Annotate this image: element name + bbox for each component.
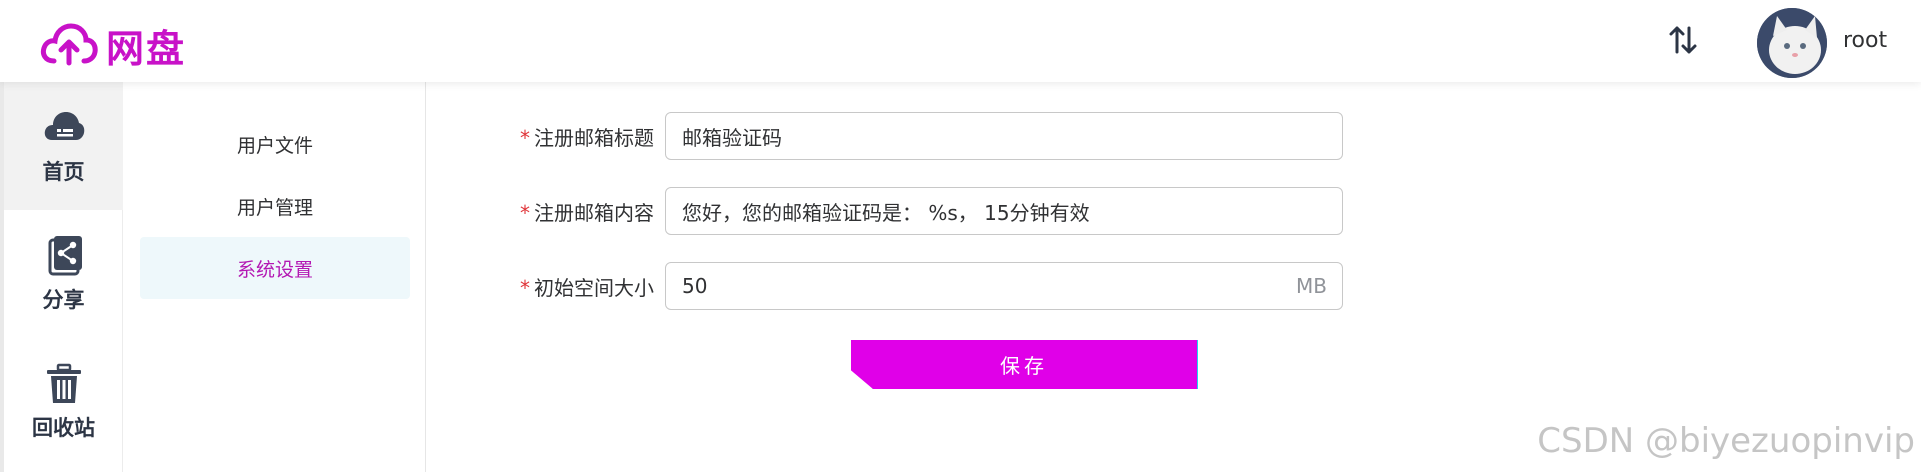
cloud-icon <box>44 112 84 140</box>
required-mark: * <box>520 275 530 300</box>
email-title-input[interactable] <box>665 112 1343 160</box>
nav-item-share[interactable]: 分享 <box>4 210 123 338</box>
trash-icon <box>46 363 81 403</box>
unit-suffix: MB <box>1296 274 1327 298</box>
sort-icon[interactable] <box>1668 24 1698 56</box>
logo[interactable]: 网盘 <box>40 18 186 73</box>
share-icon <box>48 236 82 276</box>
watermark: CSDN @biyezuopinvip <box>1537 421 1915 461</box>
sub-item-system-settings[interactable]: 系统设置 <box>140 237 410 299</box>
nav-item-home[interactable]: 首页 <box>4 82 123 210</box>
avatar[interactable] <box>1757 8 1827 78</box>
icon-sidebar: 首页 分享 回收站 <box>0 82 123 472</box>
initial-space-label: * 初始空间大小 <box>520 272 665 301</box>
nav-label-home: 首页 <box>42 160 85 184</box>
save-button[interactable]: 保存 <box>851 340 1197 389</box>
logo-text: 网盘 <box>106 27 187 71</box>
email-content-input[interactable] <box>665 187 1343 235</box>
nav-item-recycle-bin[interactable]: 回收站 <box>4 338 123 466</box>
form-row-initial-space: *初始空间大小 MB <box>520 261 1343 311</box>
initial-space-label-text: 初始空间大小 <box>534 275 654 300</box>
nav-label-share: 分享 <box>42 288 85 312</box>
nav-label-recycle-bin: 回收站 <box>32 416 95 440</box>
email-title-label-text: 注册邮箱标题 <box>534 125 654 150</box>
initial-space-input[interactable] <box>665 262 1343 310</box>
email-content-label-text: 注册邮箱内容 <box>534 200 654 225</box>
email-content-label: * 注册邮箱内容 <box>520 197 665 226</box>
initial-space-input-wrap: MB <box>665 262 1343 310</box>
sub-menu: 用户文件 用户管理 系统设置 <box>124 82 426 472</box>
sub-item-user-files[interactable]: 用户文件 <box>140 113 410 175</box>
cat-avatar-icon <box>1757 8 1827 78</box>
form-row-email-content: * 注册邮箱内容 <box>520 186 1343 236</box>
top-header: 网盘 root <box>0 0 1921 82</box>
cloud-upload-icon <box>40 22 98 65</box>
email-title-label: * 注册邮箱标题 <box>520 122 665 151</box>
username[interactable]: root <box>1843 28 1887 53</box>
sub-item-user-management[interactable]: 用户管理 <box>140 175 410 237</box>
required-mark: * <box>520 125 530 150</box>
form-row-email-title: * 注册邮箱标题 <box>520 111 1343 161</box>
required-mark: * <box>520 200 530 225</box>
